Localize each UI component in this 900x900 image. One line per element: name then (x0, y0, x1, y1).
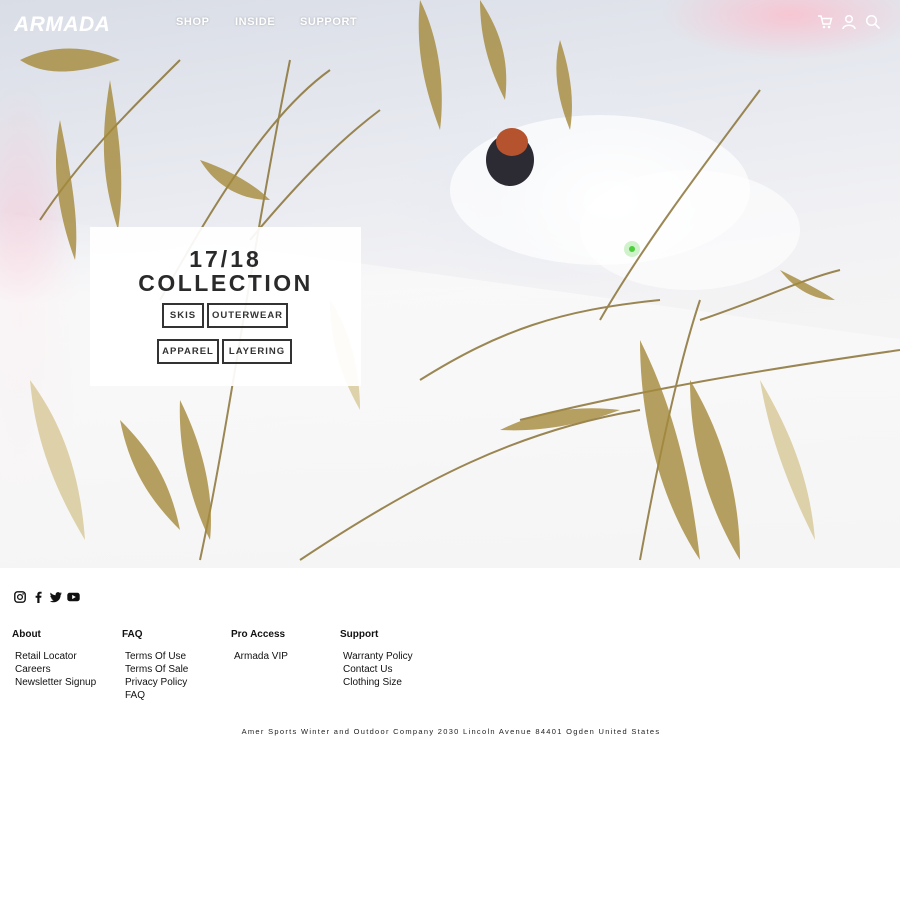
facebook-icon[interactable] (32, 591, 44, 603)
footer-link-careers[interactable]: Careers (15, 664, 51, 675)
cursor-indicator (624, 241, 640, 257)
cart-icon[interactable] (817, 14, 833, 30)
footer-link-faq[interactable]: FAQ (125, 690, 145, 701)
footer-faq-title: FAQ (122, 629, 143, 640)
svg-text:ARMADA: ARMADA (14, 13, 110, 33)
footer-link-warranty-policy[interactable]: Warranty Policy (343, 651, 413, 662)
footer-link-clothing-size[interactable]: Clothing Size (343, 677, 402, 688)
user-icon[interactable] (841, 14, 857, 30)
footer-link-newsletter-signup[interactable]: Newsletter Signup (15, 677, 96, 688)
footer-link-armada-vip[interactable]: Armada VIP (234, 651, 288, 662)
footer-link-retail-locator[interactable]: Retail Locator (15, 651, 77, 662)
youtube-icon[interactable] (67, 591, 80, 603)
footer-link-privacy-policy[interactable]: Privacy Policy (125, 677, 187, 688)
footer-pro-access-title: Pro Access (231, 629, 286, 640)
layering-button[interactable]: LAYERING (222, 339, 292, 364)
search-icon[interactable] (865, 14, 881, 30)
collection-year: 17/18 (189, 246, 262, 272)
footer-link-terms-of-sale[interactable]: Terms Of Sale (125, 664, 188, 675)
collection-card: 17/18 COLLECTION SKIS OUTERWEAR APPAREL … (90, 227, 361, 386)
nav-support[interactable]: SUPPORT (300, 16, 357, 28)
footer-about-title: About (12, 629, 41, 640)
twitter-icon[interactable] (50, 591, 62, 603)
outerwear-button[interactable]: OUTERWEAR (207, 303, 288, 328)
armada-logo[interactable]: ARMADA (14, 13, 148, 33)
footer-support-title: Support (340, 629, 379, 640)
nav-inside[interactable]: INSIDE (235, 16, 275, 28)
apparel-button[interactable]: APPAREL (157, 339, 219, 364)
collection-title: COLLECTION (138, 270, 313, 296)
skis-button[interactable]: SKIS (162, 303, 204, 328)
nav-shop[interactable]: SHOP (176, 16, 210, 28)
instagram-icon[interactable] (14, 591, 26, 603)
company-address: Amer Sports Winter and Outdoor Company 2… (241, 727, 661, 736)
footer-link-contact-us[interactable]: Contact Us (343, 664, 392, 675)
top-navigation: ARMADA SHOP INSIDE SUPPORT (0, 0, 900, 46)
footer-link-terms-of-use[interactable]: Terms Of Use (125, 651, 186, 662)
